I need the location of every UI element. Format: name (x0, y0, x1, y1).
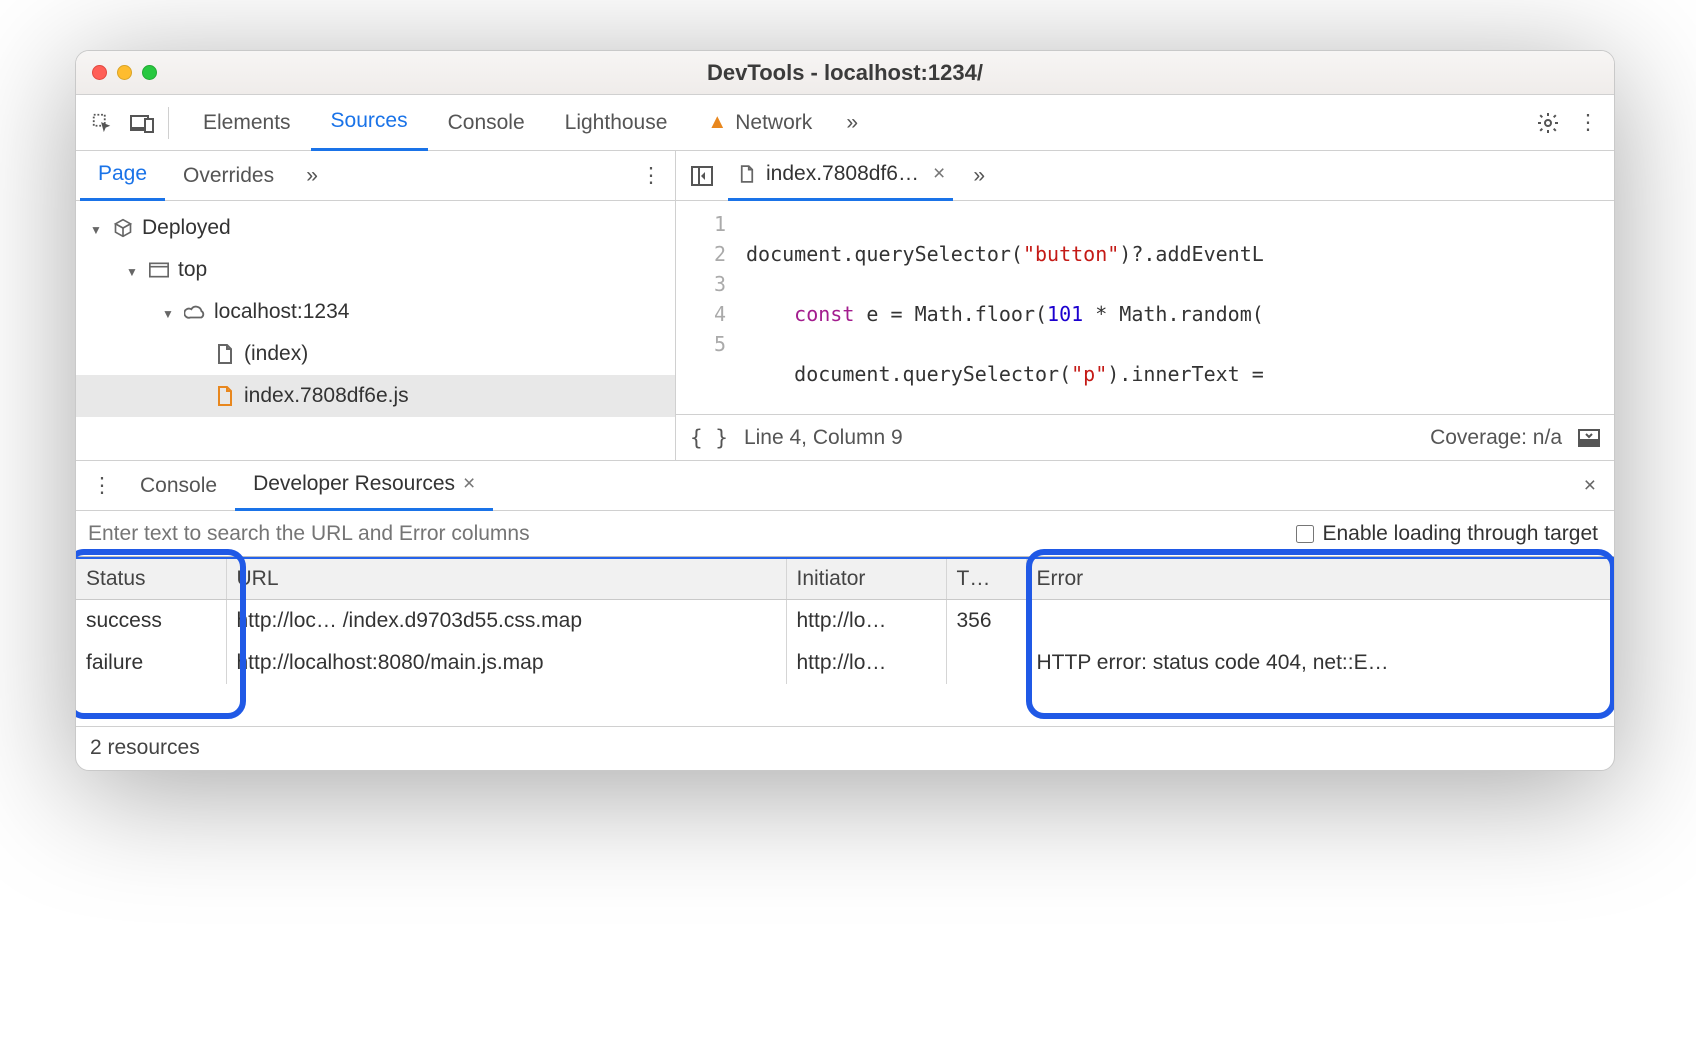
divider (168, 107, 169, 139)
search-input[interactable] (76, 511, 1280, 556)
drawer: ⋮ Console Developer Resources × × Enable… (76, 461, 1614, 770)
tab-sources[interactable]: Sources (311, 95, 428, 151)
tab-elements[interactable]: Elements (183, 95, 311, 151)
table-row[interactable]: success http://loc… /index.d9703d55.css.… (76, 600, 1614, 642)
resources-table-wrap: Status URL Initiator T… Error success ht… (76, 557, 1614, 726)
tree-label: top (178, 258, 207, 282)
tree-deployed[interactable]: Deployed (76, 207, 675, 249)
cursor-position: Line 4, Column 9 (744, 426, 903, 450)
toggle-navigator-icon[interactable] (682, 156, 722, 196)
tab-lighthouse[interactable]: Lighthouse (545, 95, 688, 151)
close-file-icon[interactable]: × (933, 162, 945, 186)
file-tree[interactable]: Deployed top localhost:1234 (index) (76, 201, 675, 460)
file-tab[interactable]: index.7808df6… × (728, 151, 953, 201)
drawer-tab-devres[interactable]: Developer Resources × (235, 461, 493, 511)
col-status[interactable]: Status (76, 559, 226, 600)
table-row[interactable]: failure http://localhost:8080/main.js.ma… (76, 642, 1614, 684)
inspect-icon[interactable] (82, 103, 122, 143)
col-url[interactable]: URL (226, 559, 786, 600)
more-file-tabs-icon[interactable]: » (959, 156, 999, 196)
drawer-tab-console[interactable]: Console (122, 461, 235, 511)
drawer-menu-icon[interactable]: ⋮ (82, 466, 122, 506)
tree-label: Deployed (142, 216, 231, 240)
show-drawer-icon[interactable] (1578, 429, 1600, 447)
file-icon (736, 165, 758, 183)
tree-label: (index) (244, 342, 308, 366)
tab-network[interactable]: ▲Network (687, 95, 832, 151)
checkbox-label: Enable loading through target (1322, 522, 1598, 546)
device-toolbar-icon[interactable] (122, 103, 162, 143)
titlebar: DevTools - localhost:1234/ (76, 51, 1614, 95)
cube-icon (112, 218, 134, 238)
navigator-panel: Page Overrides » ⋮ Deployed top (76, 151, 676, 460)
settings-icon[interactable] (1528, 103, 1568, 143)
col-initiator[interactable]: Initiator (786, 559, 946, 600)
code-text: document.querySelector("button")?.addEve… (736, 201, 1264, 414)
file-icon (214, 344, 236, 364)
tree-label: localhost:1234 (214, 300, 349, 324)
col-t[interactable]: T… (946, 559, 1026, 600)
pretty-print-icon[interactable]: { } (690, 426, 728, 450)
tree-jsfile[interactable]: index.7808df6e.js (76, 375, 675, 417)
window-title: DevTools - localhost:1234/ (76, 60, 1614, 86)
devtools-window: DevTools - localhost:1234/ Elements Sour… (75, 50, 1615, 771)
close-drawer-icon[interactable]: × (1572, 474, 1608, 498)
col-error[interactable]: Error (1026, 559, 1614, 600)
table-row (76, 684, 1614, 726)
tree-host[interactable]: localhost:1234 (76, 291, 675, 333)
resources-footer: 2 resources (76, 726, 1614, 770)
frame-icon (148, 262, 170, 278)
file-icon (214, 386, 236, 406)
more-tabs-icon[interactable]: » (832, 103, 872, 143)
subtab-overrides[interactable]: Overrides (165, 151, 292, 201)
file-tab-label: index.7808df6… (766, 162, 919, 186)
subtab-page[interactable]: Page (80, 151, 165, 201)
resources-table[interactable]: Status URL Initiator T… Error success ht… (76, 559, 1614, 726)
tab-console[interactable]: Console (428, 95, 545, 151)
cloud-icon (184, 304, 206, 320)
close-tab-icon[interactable]: × (463, 472, 475, 496)
editor-statusbar: { } Line 4, Column 9 Coverage: n/a (676, 414, 1614, 460)
coverage-label: Coverage: n/a (1430, 426, 1562, 450)
tree-label: index.7808df6e.js (244, 384, 409, 408)
tree-index[interactable]: (index) (76, 333, 675, 375)
resource-count: 2 resources (90, 736, 200, 760)
line-gutter: 12345 (676, 201, 736, 414)
editor-panel: index.7808df6… × » 12345 document.queryS… (676, 151, 1614, 460)
enable-loading-checkbox[interactable]: Enable loading through target (1280, 522, 1614, 546)
warning-icon: ▲ (707, 111, 727, 134)
navigator-menu-icon[interactable]: ⋮ (631, 156, 671, 196)
tree-top[interactable]: top (76, 249, 675, 291)
main-tabbar: Elements Sources Console Lighthouse ▲Net… (76, 95, 1614, 151)
kebab-menu-icon[interactable]: ⋮ (1568, 103, 1608, 143)
more-subtabs-icon[interactable]: » (292, 156, 332, 196)
code-editor[interactable]: 12345 document.querySelector("button")?.… (676, 201, 1614, 414)
